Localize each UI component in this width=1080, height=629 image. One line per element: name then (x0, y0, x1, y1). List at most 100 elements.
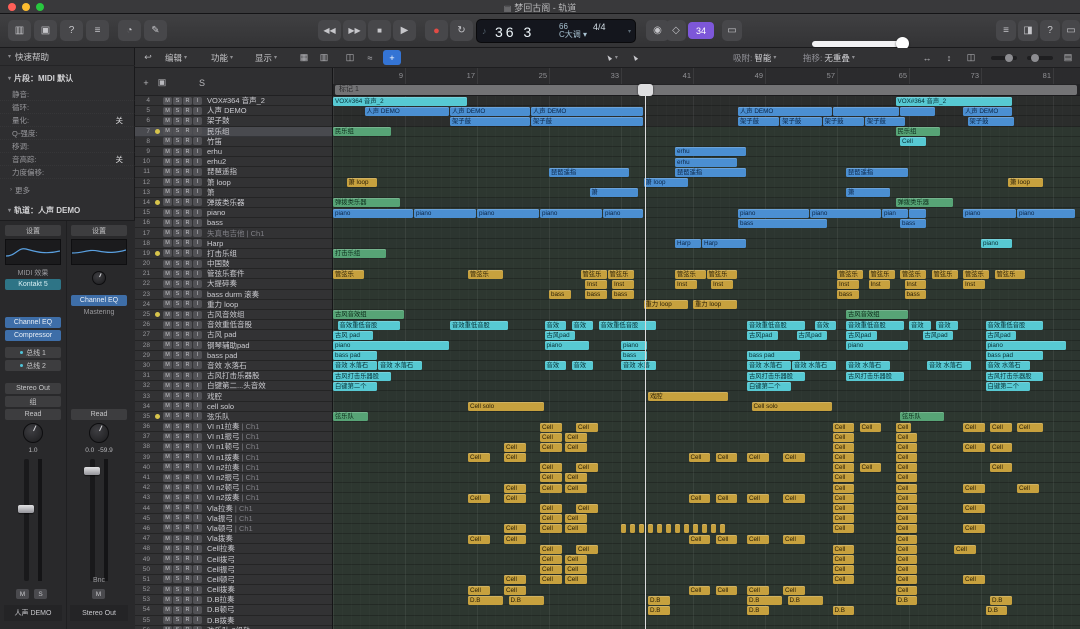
record-enable-button[interactable]: R (183, 290, 192, 298)
region[interactable]: 管弦乐 (932, 270, 958, 279)
region[interactable]: 音效 (815, 321, 837, 330)
region[interactable]: Cell (1017, 423, 1043, 432)
region[interactable]: 古风音效组 (846, 310, 908, 319)
track-header-row[interactable]: 5MSRI人声 DEMO (135, 106, 332, 116)
region[interactable]: piano (1017, 209, 1075, 218)
region[interactable]: Cell solo (752, 402, 832, 411)
region[interactable]: Cell (896, 565, 918, 574)
group-slot[interactable]: 组 (5, 396, 61, 407)
lcd-mode-chevron-icon[interactable]: ▾ (628, 28, 631, 35)
horizontal-zoom-slider[interactable] (991, 56, 1017, 60)
input-monitor-button[interactable]: I (193, 321, 202, 329)
drag-menu[interactable]: 拖移:无重叠▾ (803, 50, 855, 65)
input-monitor-button[interactable]: I (193, 474, 202, 482)
playhead-position-readout[interactable]: 36 3 (495, 24, 534, 40)
track-header-row[interactable]: 33MSRI戏腔 (135, 391, 332, 401)
notes-button[interactable]: ▭ (1062, 20, 1080, 41)
region[interactable]: 管弦乐 (581, 270, 607, 279)
track-header-row[interactable]: 6MSRI架子鼓 (135, 116, 332, 126)
region[interactable]: 音效重低音股 (846, 321, 904, 330)
track-lane[interactable]: 箫 loop箫 loop箫 loop (333, 178, 1080, 188)
region[interactable]: Cell (689, 494, 711, 503)
track-lane[interactable]: 打击乐组 (333, 249, 1080, 259)
input-monitor-button[interactable]: I (193, 97, 202, 105)
input-monitor-button[interactable]: I (193, 351, 202, 359)
forward-button[interactable]: ▶▶ (343, 20, 366, 41)
record-enable-button[interactable]: R (183, 229, 192, 237)
rewind-button[interactable]: ◀◀ (318, 20, 341, 41)
record-enable-button[interactable]: R (183, 504, 192, 512)
region[interactable]: 管弦乐 (837, 270, 863, 279)
region[interactable]: Cell (716, 535, 738, 544)
mute-button[interactable]: M (163, 463, 172, 471)
channel-name[interactable]: Stereo Out (70, 605, 128, 621)
record-enable-button[interactable]: R (183, 453, 192, 461)
region[interactable]: Cell (565, 484, 587, 493)
region[interactable]: 音效 (572, 321, 594, 330)
region[interactable]: 音效重低音股 (747, 321, 805, 330)
solo-button[interactable]: S (173, 158, 182, 166)
region[interactable]: Cell (954, 545, 976, 554)
region-parameter-row[interactable]: 量化:关 (0, 114, 135, 127)
solo-button[interactable]: S (173, 453, 182, 461)
region[interactable]: piano (846, 341, 908, 350)
record-enable-button[interactable]: R (183, 178, 192, 186)
region[interactable]: 人声 DEMO (365, 107, 450, 116)
region[interactable]: 弹拨类乐器 (896, 198, 954, 207)
region[interactable] (648, 524, 653, 533)
region[interactable]: 琵琶遥指 (846, 168, 908, 177)
region[interactable]: 管弦乐 (869, 270, 895, 279)
add-track-button[interactable]: + (139, 76, 153, 89)
solo-button[interactable]: S (173, 596, 182, 604)
editors-button[interactable]: ✎ (144, 20, 167, 41)
mute-button[interactable]: M (163, 535, 172, 543)
mute-button[interactable]: M (163, 137, 172, 145)
record-enable-button[interactable]: R (183, 382, 192, 390)
region[interactable]: Cell (896, 473, 918, 482)
region[interactable]: Cell (565, 555, 587, 564)
solo-button[interactable]: S (173, 616, 182, 624)
region[interactable]: D.B (509, 596, 544, 605)
record-enable-button[interactable]: R (183, 117, 192, 125)
region[interactable]: erhu (675, 158, 737, 167)
solo-button[interactable]: S (173, 209, 182, 217)
region[interactable]: Cell (540, 565, 562, 574)
region[interactable]: 古风pad (747, 331, 778, 340)
solo-button[interactable]: S (173, 392, 182, 400)
region[interactable]: piano (414, 209, 476, 218)
mute-button[interactable]: M (163, 300, 172, 308)
region[interactable]: Cell (576, 504, 598, 513)
region[interactable]: Cell (689, 535, 711, 544)
region[interactable]: 弦乐队 (900, 412, 944, 421)
solo-button[interactable]: S (173, 300, 182, 308)
track-lane[interactable]: CellCellCellCellCellCellCell (333, 442, 1080, 452)
send-slot-2[interactable]: 总线 2 (5, 360, 61, 371)
input-monitor-button[interactable]: I (193, 596, 202, 604)
solo-button[interactable]: S (173, 219, 182, 227)
latency-badge[interactable]: 34 (688, 22, 714, 39)
parameter-value[interactable]: 关 (116, 115, 124, 126)
track-lane[interactable]: bass padbassbass padbass pad (333, 351, 1080, 361)
mute-button[interactable]: M (163, 351, 172, 359)
snap-menu[interactable]: 吸附:智能▾ (733, 50, 776, 65)
solo-button[interactable]: S (173, 117, 182, 125)
mute-button[interactable]: M (163, 484, 172, 492)
solo-button[interactable]: S (173, 321, 182, 329)
mute-button[interactable]: M (163, 382, 172, 390)
bounce-label[interactable]: Bnc (70, 577, 128, 584)
solo-button[interactable]: S (173, 463, 182, 471)
region[interactable]: 古风pad (923, 331, 954, 340)
list-view-icon[interactable]: ▥ (315, 50, 333, 65)
record-enable-button[interactable]: R (183, 555, 192, 563)
track-header-row[interactable]: 34MSRIcell solo (135, 402, 332, 412)
track-lane[interactable]: erhu (333, 147, 1080, 157)
mute-button[interactable]: M (163, 148, 172, 156)
input-monitor-button[interactable]: I (193, 392, 202, 400)
auto-track-zoom-icon[interactable]: ◫ (962, 50, 980, 65)
region[interactable]: Cell (833, 423, 855, 432)
volume-fader-cap[interactable] (18, 505, 34, 513)
solo-button[interactable]: S (173, 127, 182, 135)
solo-button[interactable]: S (173, 606, 182, 614)
region[interactable]: Cell (833, 565, 855, 574)
solo-button[interactable]: S (173, 270, 182, 278)
